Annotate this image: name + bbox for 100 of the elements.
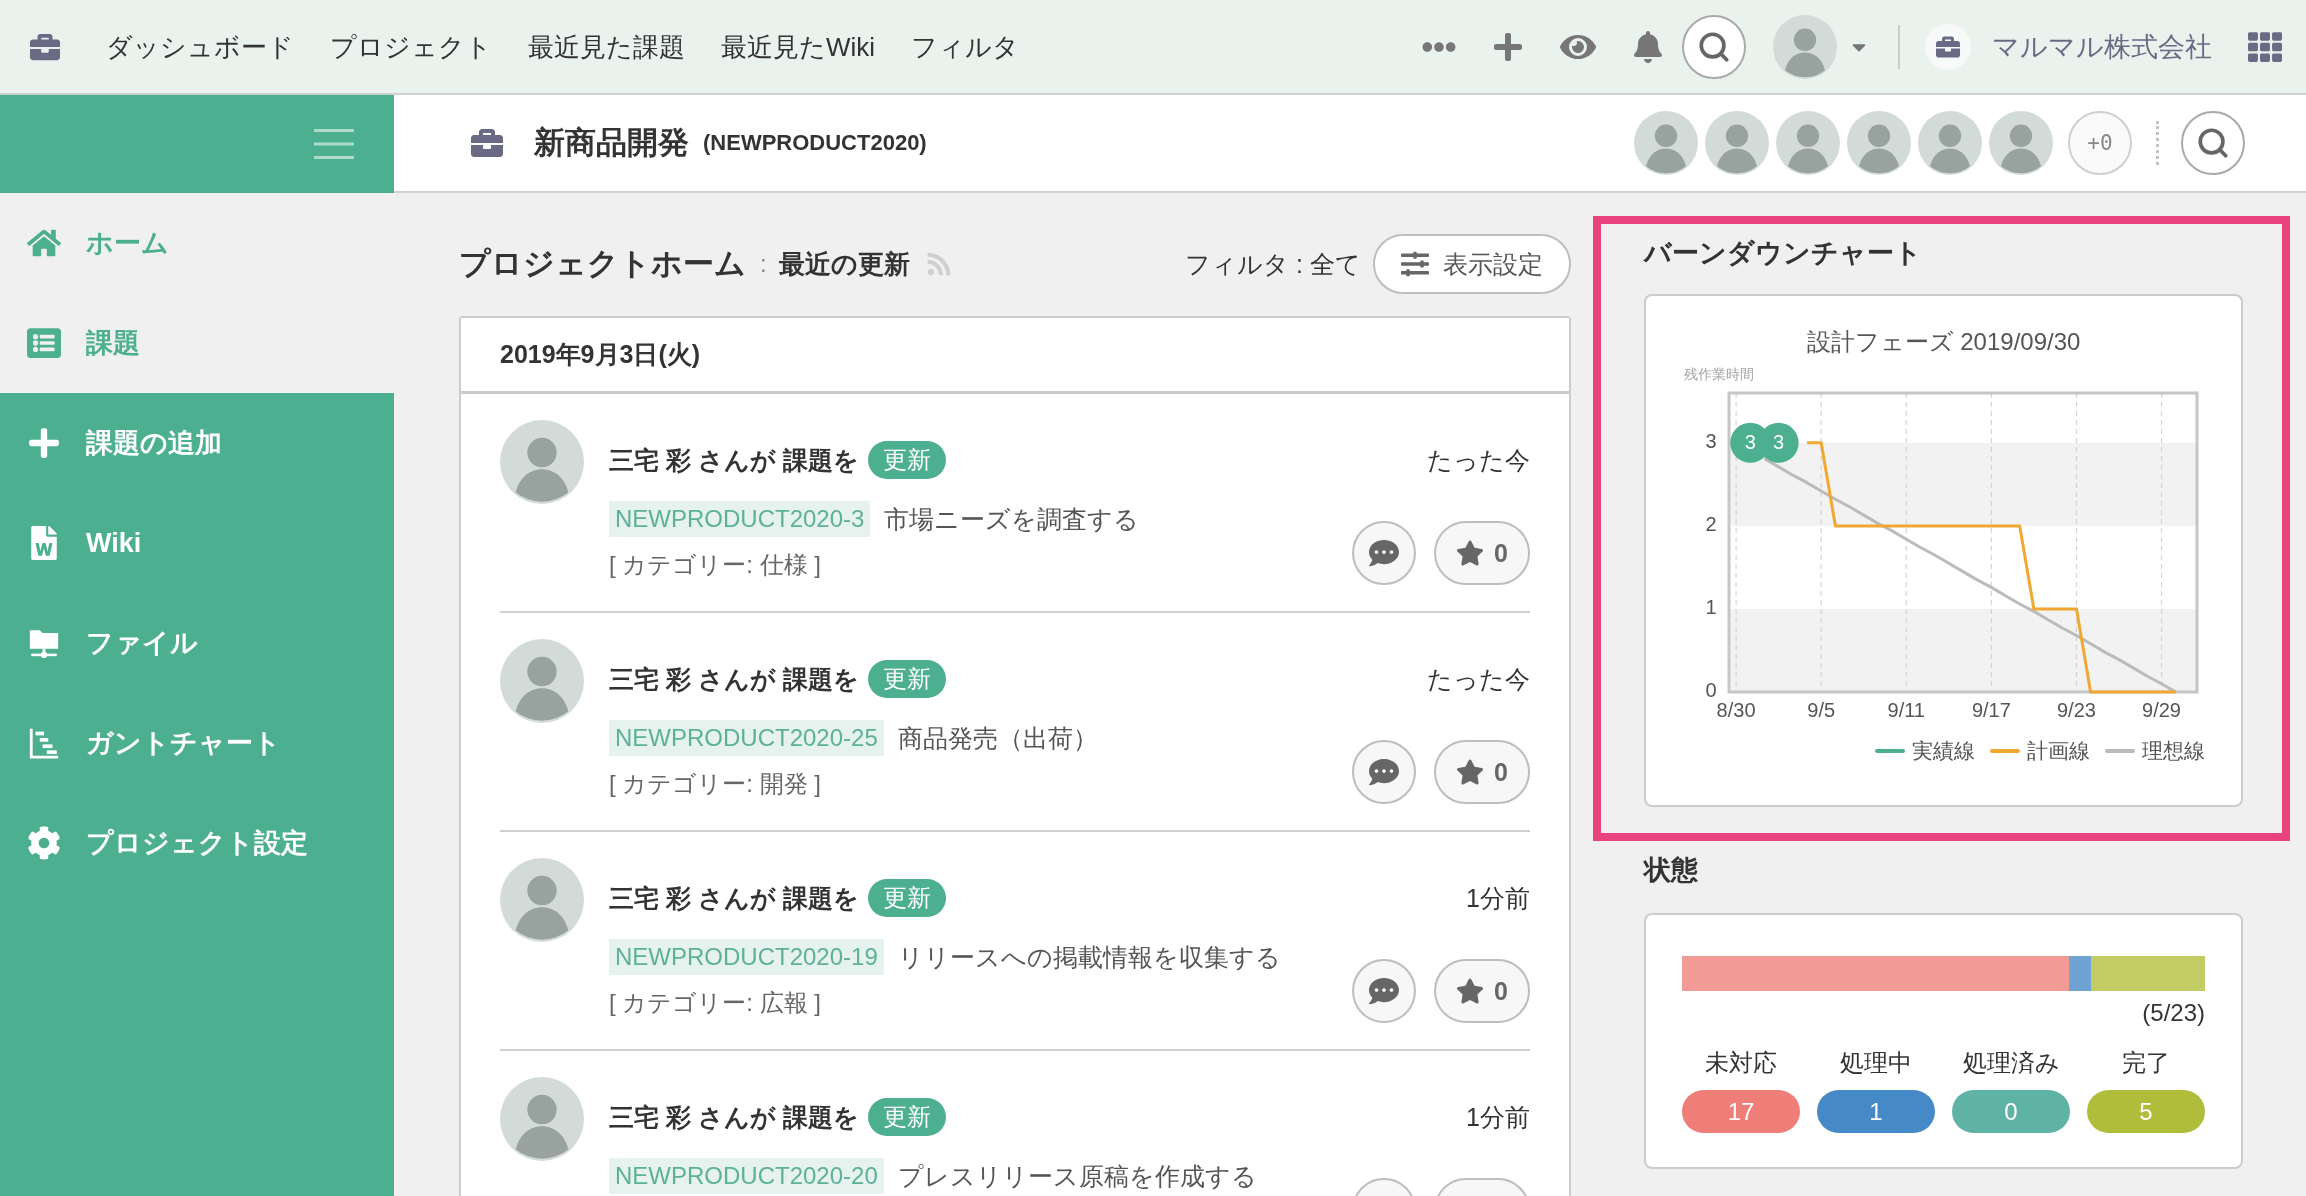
legend-label: 計画線 bbox=[2027, 738, 2090, 764]
project-key: (NEWPRODUCT2020) bbox=[703, 130, 927, 156]
star-button[interactable]: 0 bbox=[1434, 959, 1530, 1023]
axis-tick-label: 1 bbox=[1705, 596, 1717, 619]
nav-link[interactable]: プロジェクト bbox=[312, 26, 510, 67]
update-tag: 更新 bbox=[867, 879, 946, 917]
issue-category: [ カテゴリー: 仕様 ] bbox=[609, 550, 821, 580]
progress-ratio: (5/23) bbox=[2141, 998, 2205, 1028]
avatar-icon[interactable] bbox=[1918, 111, 1982, 175]
activity-text: 三宅 彩 さんが 課題を bbox=[609, 1101, 859, 1133]
issue-key-link[interactable]: NEWPRODUCT2020-3 bbox=[609, 501, 871, 537]
status-label: 処理済み bbox=[1962, 1048, 2060, 1078]
title-separator: : bbox=[760, 250, 767, 278]
filter-label: フィルタ : 全て bbox=[1185, 248, 1361, 280]
sidebar-item[interactable]: プロジェクト設定 bbox=[0, 793, 394, 893]
status-count[interactable]: 0 bbox=[1952, 1090, 2070, 1133]
avatar-icon bbox=[500, 639, 584, 723]
avatar-icon[interactable] bbox=[1847, 111, 1911, 175]
timestamp: 1分前 bbox=[1466, 883, 1530, 913]
axis-tick-label: 9/17 bbox=[1971, 699, 2011, 722]
issue-category: [ カテゴリー: 開発 ] bbox=[609, 769, 821, 799]
section-title: 状態 bbox=[1644, 854, 1699, 887]
plus-icon[interactable] bbox=[1492, 30, 1524, 63]
axis-tick-label: 0 bbox=[1705, 679, 1717, 702]
update-tag: 更新 bbox=[867, 660, 946, 698]
avatar-icon[interactable] bbox=[1773, 14, 1837, 79]
sidebar-item[interactable]: Wiki bbox=[0, 493, 394, 593]
project-name: 新商品開発 bbox=[534, 124, 689, 162]
update-tag: 更新 bbox=[867, 441, 946, 479]
axis-tick-label: 9/11 bbox=[1887, 699, 1925, 722]
avatar-icon bbox=[500, 420, 584, 504]
avatar-icon bbox=[500, 858, 584, 942]
issue-summary: リリースへの掲載情報を収集する bbox=[897, 941, 1281, 973]
sidebar-item[interactable]: ホーム bbox=[0, 193, 394, 293]
issue-key-link[interactable]: NEWPRODUCT2020-20 bbox=[609, 1158, 884, 1194]
star-icon bbox=[1456, 977, 1485, 1005]
activity-text: 三宅 彩 さんが 課題を bbox=[609, 663, 859, 695]
date-header: 2019年9月3日(火) bbox=[461, 318, 1569, 394]
star-icon bbox=[1456, 539, 1485, 567]
issue-key-link[interactable]: NEWPRODUCT2020-19 bbox=[609, 939, 884, 975]
axis-tick-label: 9/29 bbox=[2142, 699, 2181, 722]
axis-tick-label: 9/23 bbox=[2057, 699, 2096, 722]
avatar-icon[interactable] bbox=[1634, 111, 1698, 175]
sliders-icon bbox=[1401, 250, 1429, 278]
briefcase-icon bbox=[471, 127, 503, 159]
section-title: バーンダウンチャート bbox=[1644, 237, 1923, 270]
company-name[interactable]: マルマル株式会社 bbox=[1992, 28, 2212, 65]
sidebar-item[interactable]: ガントチャート bbox=[0, 693, 394, 793]
activity-text: 三宅 彩 さんが 課題を bbox=[609, 882, 859, 914]
issue-summary: 市場ニーズを調査する bbox=[884, 503, 1140, 535]
settings-icon bbox=[27, 826, 61, 860]
search-icon bbox=[1697, 29, 1731, 64]
status-count[interactable]: 1 bbox=[1817, 1090, 1935, 1133]
star-icon bbox=[1456, 758, 1485, 786]
comment-icon bbox=[1369, 757, 1399, 787]
sidebar-item[interactable]: 課題 bbox=[0, 293, 394, 393]
avatar-icon[interactable] bbox=[1705, 111, 1769, 175]
display-settings-button[interactable]: 表示設定 bbox=[1373, 234, 1571, 294]
status-label: 未対応 bbox=[1705, 1048, 1777, 1078]
page-subtitle: 最近の更新 bbox=[778, 247, 910, 281]
data-label: 3 bbox=[1744, 431, 1756, 454]
briefcase-icon bbox=[1925, 23, 1971, 70]
issue-key-link[interactable]: NEWPRODUCT2020-25 bbox=[609, 720, 884, 756]
timestamp: たった今 bbox=[1427, 664, 1530, 694]
activity-text: 三宅 彩 さんが 課題を bbox=[609, 444, 859, 476]
avatar-icon[interactable] bbox=[1989, 111, 2053, 175]
star-button[interactable]: 0 bbox=[1434, 521, 1530, 585]
legend-label: 実績線 bbox=[1912, 738, 1975, 764]
axis-tick-label: 9/5 bbox=[1807, 699, 1836, 722]
page-title: プロジェクトホーム bbox=[459, 245, 746, 283]
more-members-button[interactable]: +0 bbox=[2068, 111, 2132, 175]
star-button[interactable]: 0 bbox=[1434, 740, 1530, 804]
data-label: 3 bbox=[1773, 431, 1785, 454]
plus-icon bbox=[27, 426, 61, 460]
search-icon bbox=[2196, 126, 2230, 160]
grid-icon[interactable] bbox=[2248, 29, 2282, 64]
comment-icon bbox=[1369, 976, 1399, 1006]
legend-label: 理想線 bbox=[2142, 738, 2205, 764]
status-label: 完了 bbox=[2122, 1048, 2170, 1078]
nav-link[interactable]: 最近見た課題 bbox=[510, 26, 703, 67]
list-icon bbox=[27, 326, 61, 360]
nav-link[interactable]: 最近見たWiki bbox=[703, 26, 894, 67]
briefcase-icon[interactable] bbox=[30, 31, 60, 62]
nav-link[interactable]: ダッシュボード bbox=[88, 26, 312, 67]
bell-icon[interactable] bbox=[1632, 30, 1664, 63]
comment-icon bbox=[1369, 538, 1399, 568]
sidebar-item[interactable]: ファイル bbox=[0, 593, 394, 693]
update-tag: 更新 bbox=[867, 1098, 946, 1136]
axis-tick-label: 8/30 bbox=[1716, 699, 1756, 722]
sidebar-item[interactable]: 課題の追加 bbox=[0, 393, 394, 493]
nav-link[interactable]: フィルタ bbox=[893, 26, 1038, 67]
issue-summary: 商品発売（出荷） bbox=[897, 722, 1098, 754]
status-count[interactable]: 17 bbox=[1682, 1090, 1800, 1133]
issue-category: [ カテゴリー: 広報 ] bbox=[609, 988, 821, 1018]
status-count[interactable]: 5 bbox=[2087, 1090, 2205, 1133]
gantt-chart-icon bbox=[27, 726, 61, 760]
timestamp: たった今 bbox=[1427, 445, 1530, 475]
timestamp: 1分前 bbox=[1466, 1102, 1530, 1132]
avatar-icon[interactable] bbox=[1776, 111, 1840, 175]
axis-tick-label: 3 bbox=[1705, 430, 1717, 453]
